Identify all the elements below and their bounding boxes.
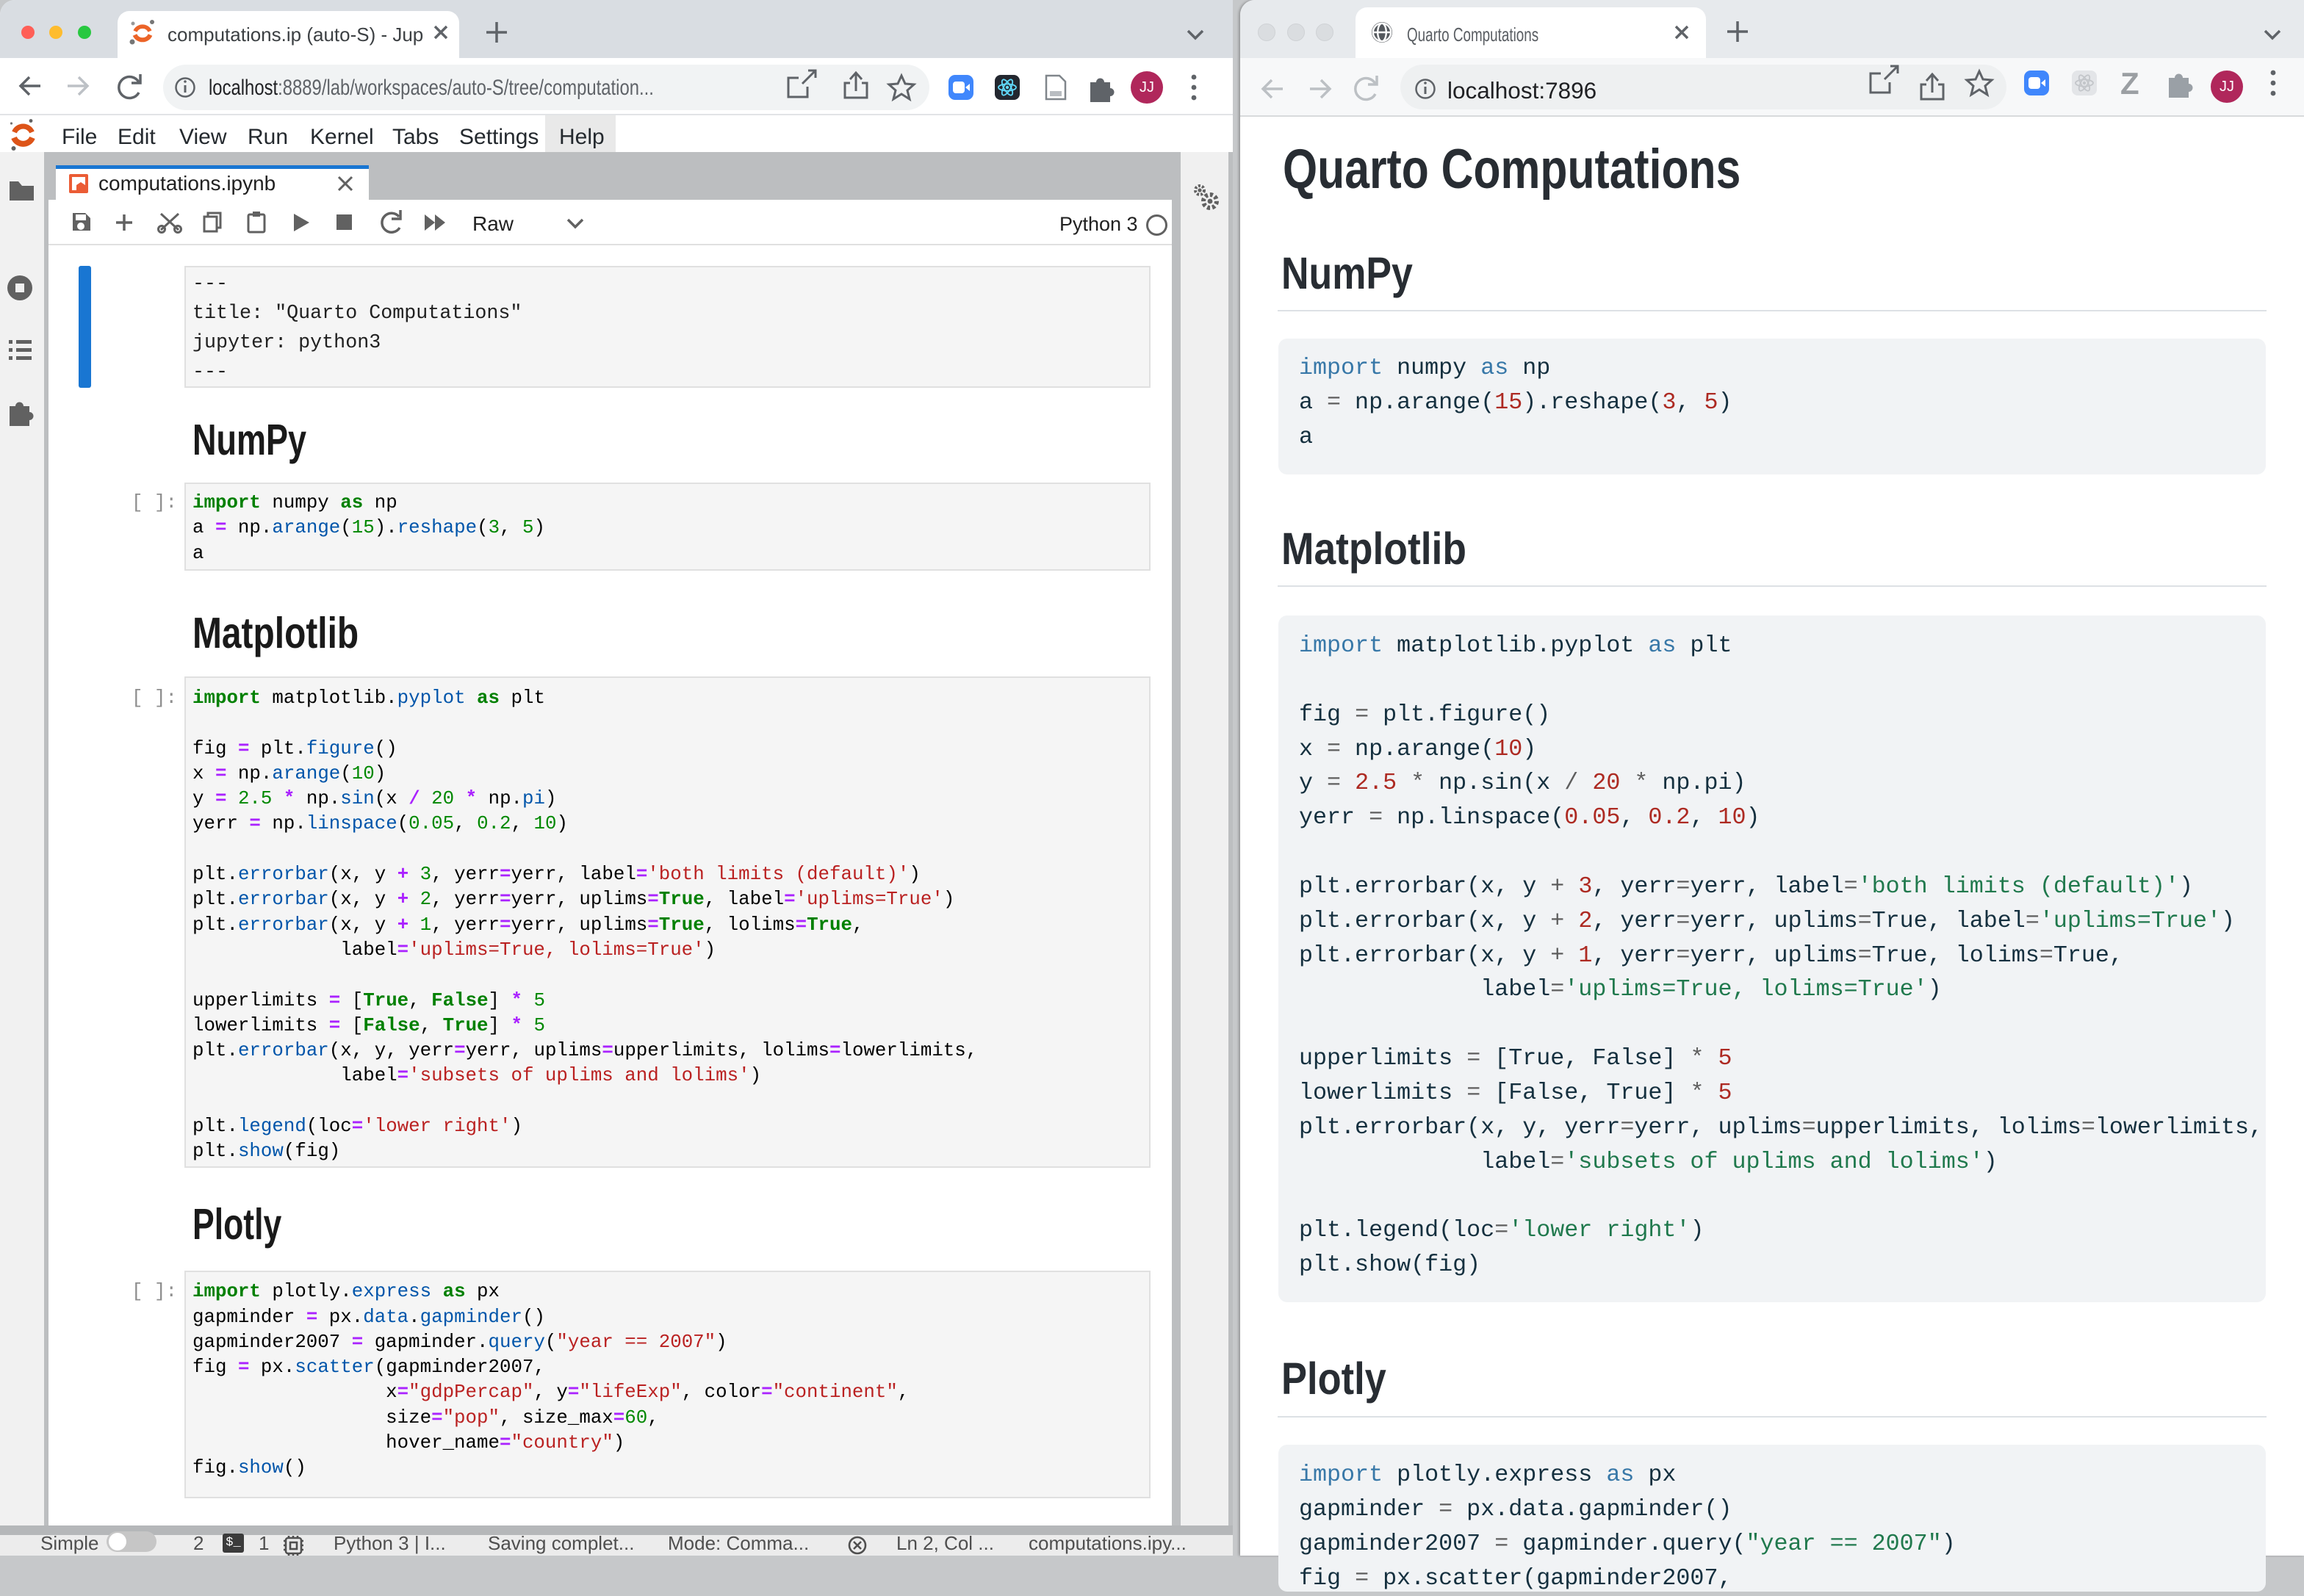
svg-text:Z: Z xyxy=(2120,66,2139,101)
